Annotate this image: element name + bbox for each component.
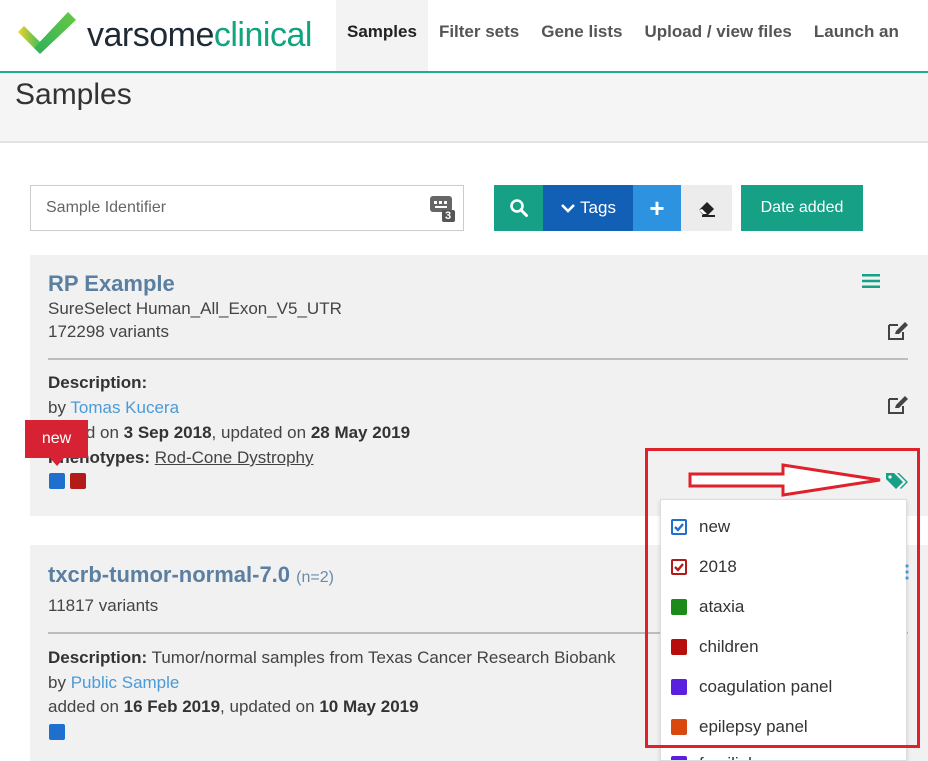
kebab-menu-icon[interactable]	[903, 563, 911, 583]
sample-search-box: 3	[30, 185, 464, 231]
sample-variants: 11817 variants	[48, 596, 159, 615]
card-divider	[48, 358, 908, 360]
sample-author: by Public Sample	[48, 673, 179, 693]
keyboard-icon[interactable]	[430, 194, 456, 222]
updated-label: , updated on	[211, 423, 307, 442]
edit-description-icon[interactable]	[887, 395, 909, 415]
description-text: Tumor/normal samples from Texas Cancer R…	[147, 648, 616, 667]
sample-count: (n=2)	[296, 569, 334, 586]
tag-swatch-2018	[70, 473, 86, 489]
nav-item-filter-sets[interactable]: Filter sets	[428, 0, 530, 71]
sample-identifier-input[interactable]	[31, 186, 421, 230]
added-date: 16 Feb 2019	[123, 697, 221, 716]
checkbox-unchecked-icon[interactable]	[671, 756, 687, 760]
description-label: Description:	[48, 648, 148, 667]
brand-logo[interactable]: varsomeclinical	[12, 4, 332, 60]
eraser-icon	[698, 202, 715, 217]
search-button[interactable]	[494, 185, 544, 231]
tags-button-label: Tags	[580, 198, 616, 217]
nav-item-launch-analysis[interactable]: Launch an	[803, 0, 910, 71]
tags-button[interactable]: Tags	[543, 185, 633, 231]
clear-filters-button[interactable]	[681, 185, 732, 231]
sample-kit: SureSelect Human_All_Exon_V5_UTR	[48, 299, 342, 318]
keyboard-count-badge: 3	[445, 210, 452, 222]
checkmark-logo-icon	[18, 12, 76, 54]
brand-wordmark: varsomeclinical	[87, 16, 312, 54]
tag-option-label: familial	[699, 754, 752, 760]
by-label: by	[48, 398, 66, 417]
sample-title-link[interactable]: txcrb-tumor-normal-7.0	[48, 562, 290, 587]
tag-swatch-new	[49, 724, 65, 740]
sample-dates: added on 16 Feb 2019, updated on 10 May …	[48, 697, 419, 717]
date-added-sort-button[interactable]: Date added	[741, 185, 863, 231]
updated-date: 10 May 2019	[319, 697, 419, 716]
tag-option-familial[interactable]: familial	[671, 752, 752, 760]
page-title: Samples	[15, 78, 132, 111]
description-label: Description:	[48, 373, 148, 392]
nav-item-samples[interactable]: Samples	[336, 0, 428, 71]
sample-title[interactable]: RP Example	[48, 271, 175, 297]
top-navbar: varsomeclinical Samples Filter sets Gene…	[0, 0, 928, 73]
new-tag-tooltip: new	[25, 420, 88, 466]
add-sample-button[interactable]: +	[633, 185, 681, 231]
updated-label: , updated on	[220, 697, 315, 716]
phenotype-link[interactable]: Rod-Cone Dystrophy	[155, 448, 314, 467]
author-link[interactable]: Tomas Kucera	[70, 398, 179, 417]
sample-title[interactable]: txcrb-tumor-normal-7.0 (n=2)	[48, 562, 334, 588]
updated-date: 28 May 2019	[310, 423, 411, 442]
search-icon	[510, 199, 528, 217]
edit-sample-icon[interactable]	[887, 321, 909, 341]
sample-dates: added on 3 Sep 2018, updated on 28 May 2…	[48, 423, 410, 443]
added-label: added on	[48, 697, 119, 716]
added-date: 3 Sep 2018	[123, 423, 212, 442]
nav-item-gene-lists[interactable]: Gene lists	[530, 0, 633, 71]
sample-description: Description: Tumor/normal samples from T…	[48, 648, 616, 668]
sample-variants: 172298 variants	[48, 322, 169, 341]
page-header: Samples	[0, 73, 928, 143]
tag-swatch-new	[49, 473, 65, 489]
by-label: by	[48, 673, 66, 692]
sample-title-link[interactable]: RP Example	[48, 271, 175, 296]
chevron-down-icon	[561, 204, 575, 213]
main-nav: Samples Filter sets Gene lists Upload / …	[336, 0, 910, 71]
sample-description: Description:	[48, 373, 147, 393]
hamburger-menu-icon[interactable]	[862, 273, 880, 289]
author-link[interactable]: Public Sample	[71, 673, 180, 692]
sample-author: by Tomas Kucera	[48, 398, 179, 418]
nav-item-upload-view-files[interactable]: Upload / view files	[634, 0, 803, 71]
annotation-highlight-box	[645, 448, 920, 748]
